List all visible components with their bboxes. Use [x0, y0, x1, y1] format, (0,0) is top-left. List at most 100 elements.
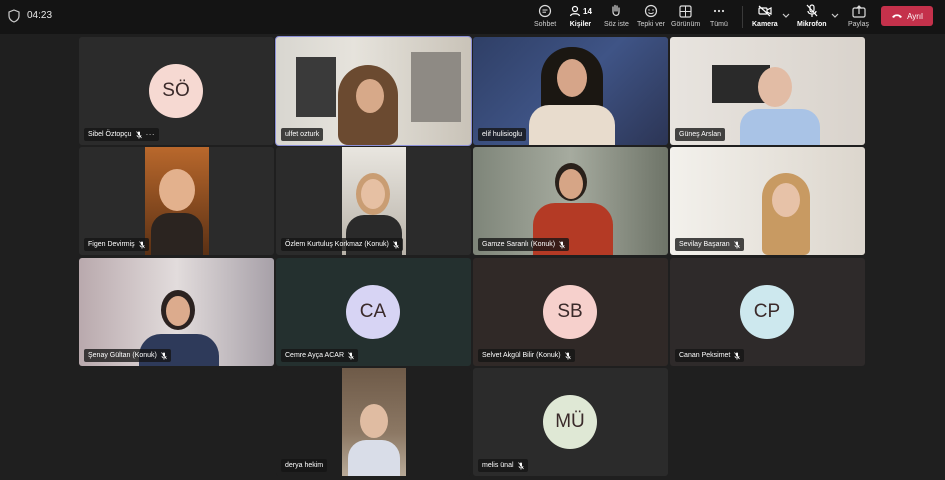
more-button[interactable]: Tümü [710, 3, 728, 31]
people-icon [569, 5, 581, 17]
video-background-shape [411, 52, 461, 122]
video-background-shape [296, 57, 336, 117]
participant-name: Figen Devirmiş [88, 241, 135, 248]
participant-nameplate: Cemre Ayça ACAR [281, 349, 359, 362]
camera-button[interactable]: Kamera [752, 3, 778, 31]
mic-muted-icon [161, 351, 167, 360]
participant-nameplate: Güneş Arslan [675, 128, 726, 141]
chat-button[interactable]: Sohbet [534, 3, 556, 31]
react-label: Tepki ver [637, 21, 666, 28]
participant-name: elif hulisioglu [482, 131, 523, 138]
share-button[interactable]: Paylaş [848, 3, 869, 31]
avatar: MÜ [543, 395, 597, 449]
toolbar-divider [742, 6, 743, 28]
raise-hand-label: Söz iste [604, 21, 629, 28]
avatar: CA [346, 285, 400, 339]
participant-video [145, 147, 209, 255]
participant-tile[interactable]: Gamze Saranlı (Konuk) [473, 147, 668, 255]
participant-nameplate: ulfet ozturk [281, 128, 324, 141]
view-label: Görünüm [671, 21, 701, 28]
participant-tile[interactable]: Sevilay Başaran [670, 147, 865, 255]
camera-label: Kamera [752, 21, 778, 28]
people-button[interactable]: 14 Kişiler [569, 3, 592, 31]
person-face [356, 79, 384, 113]
participant-video [342, 368, 406, 476]
people-count: 14 [583, 6, 592, 16]
participant-tile[interactable]: SÖ Sibel Öztopçu ··· [79, 37, 274, 145]
person-clothing [348, 440, 400, 476]
participant-tile-active-speaker[interactable]: ulfet ozturk [275, 36, 472, 146]
participant-name: Canan Peksimet [679, 352, 731, 359]
participant-tile[interactable]: derya hekim [276, 368, 471, 476]
microphone-button[interactable]: Mikrofon [797, 3, 827, 31]
avatar: SÖ [149, 64, 203, 118]
microphone-options-chevron-down-icon[interactable] [830, 12, 840, 20]
participant-name: Özlem Kurtuluş Korkmaz (Konuk) [285, 241, 389, 248]
leave-button[interactable]: Ayrıl [881, 6, 933, 26]
leave-label: Ayrıl [907, 11, 923, 21]
avatar: SB [543, 285, 597, 339]
mic-muted-icon [559, 240, 565, 249]
person-clothing [151, 213, 203, 255]
participant-tile[interactable]: MÜ melis ünal [473, 368, 668, 476]
person-face [557, 59, 587, 97]
share-icon [851, 4, 866, 18]
people-label: Kişiler [569, 21, 592, 28]
mic-muted-icon [564, 351, 571, 360]
person-face [559, 169, 583, 199]
meeting-timer: 04:23 [27, 10, 53, 21]
camera-options-chevron-down-icon[interactable] [781, 12, 791, 20]
avatar: CP [740, 285, 794, 339]
person-clothing [740, 109, 820, 145]
participant-name: Güneş Arslan [679, 131, 722, 138]
participant-nameplate: melis ünal [478, 459, 528, 472]
participant-more-icon[interactable]: ··· [146, 130, 156, 139]
person-clothing [529, 105, 615, 145]
participant-tile[interactable]: elif hulisioglu [473, 37, 668, 145]
shield-icon [8, 9, 20, 23]
participant-name: ulfet ozturk [285, 131, 320, 138]
share-label: Paylaş [848, 21, 870, 28]
person-face [772, 183, 800, 217]
microphone-off-icon [806, 4, 818, 17]
person-face [758, 67, 792, 107]
participant-nameplate: Sibel Öztopçu ··· [84, 128, 160, 141]
mic-muted-icon [733, 240, 740, 249]
react-button[interactable]: Tepki ver [637, 3, 665, 31]
participant-tile[interactable]: CP Canan Peksimet [670, 258, 865, 366]
mic-muted-icon [138, 240, 145, 249]
meeting-toolbar: 04:23 Sohbet 14 Kişiler Söz iste Tepki v… [0, 0, 945, 34]
person-face [361, 179, 385, 209]
participant-tile[interactable]: Güneş Arslan [670, 37, 865, 145]
person-face [360, 404, 388, 438]
phone-hangup-icon [892, 14, 903, 18]
chat-label: Sohbet [534, 21, 557, 28]
participant-name: derya hekim [285, 462, 324, 469]
view-button[interactable]: Görünüm [671, 3, 700, 31]
participant-nameplate: Özlem Kurtuluş Korkmaz (Konuk) [281, 238, 403, 251]
participant-nameplate: Figen Devirmiş [84, 238, 149, 251]
camera-off-icon [758, 5, 772, 17]
participant-tile[interactable]: Özlem Kurtuluş Korkmaz (Konuk) [276, 147, 471, 255]
mic-muted-icon [135, 130, 142, 139]
participant-tile[interactable]: Şenay Gültan (Konuk) [79, 258, 274, 366]
mic-muted-icon [734, 351, 741, 360]
more-icon [713, 9, 725, 13]
participant-tile[interactable]: CA Cemre Ayça ACAR [276, 258, 471, 366]
smiley-icon [644, 4, 658, 18]
participant-nameplate: Şenay Gültan (Konuk) [84, 349, 171, 362]
participant-name: melis ünal [482, 462, 514, 469]
mic-muted-icon [517, 461, 524, 470]
participant-tile[interactable]: SB Selvet Akgül Bilir (Konuk) [473, 258, 668, 366]
chat-icon [538, 4, 552, 18]
participant-name: Sibel Öztopçu [88, 131, 132, 138]
participant-tile[interactable]: Figen Devirmiş [79, 147, 274, 255]
participant-name: Selvet Akgül Bilir (Konuk) [482, 352, 561, 359]
raise-hand-button[interactable]: Söz iste [604, 3, 629, 31]
hand-icon [612, 4, 621, 16]
participant-nameplate: Gamze Saranlı (Konuk) [478, 238, 570, 251]
person-face [159, 169, 195, 211]
grid-icon [679, 4, 692, 18]
mic-muted-icon [393, 240, 399, 249]
participant-nameplate: Sevilay Başaran [675, 238, 744, 251]
